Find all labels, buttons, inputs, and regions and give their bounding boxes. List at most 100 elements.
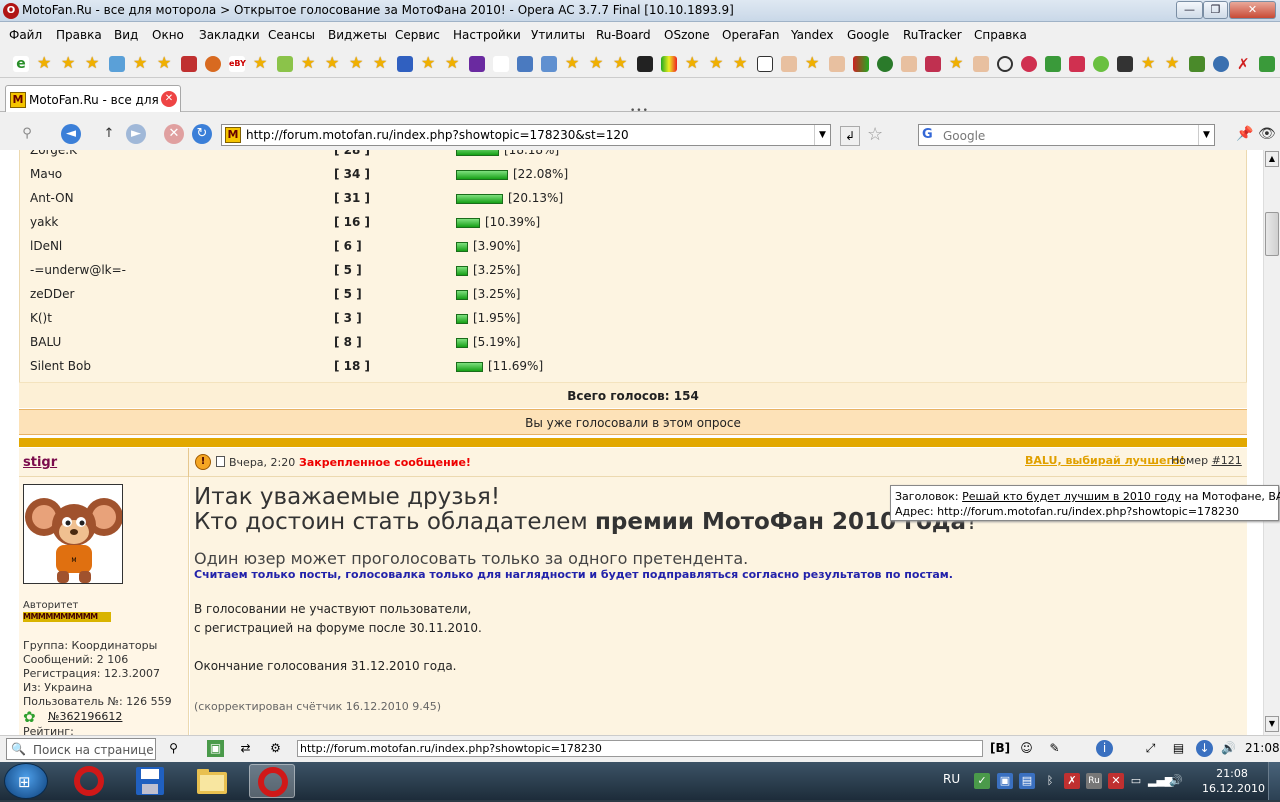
language-indicator[interactable]: RU	[943, 772, 960, 786]
image-toggle-icon[interactable]: ▣	[207, 740, 224, 757]
search-dropdown-icon[interactable]: ▼	[1198, 125, 1214, 145]
bookmark-star-icon[interactable]: ★	[421, 53, 435, 72]
bookmark-icon[interactable]	[109, 56, 125, 72]
bookmark-star-icon[interactable]: ★	[61, 53, 75, 72]
ie-icon[interactable]: e	[13, 56, 29, 72]
post-title-link[interactable]: BALU, выбирай лучшего!	[1025, 454, 1185, 467]
tray-tool-icon[interactable]: ✗	[1064, 773, 1080, 789]
taskbar-opera-active[interactable]	[249, 764, 295, 798]
bookmark-icon[interactable]	[997, 56, 1013, 72]
bookmark-star-icon[interactable]: ★	[805, 53, 819, 72]
icq-number[interactable]: №362196612	[48, 710, 122, 723]
bookmark-icon[interactable]	[1213, 56, 1229, 72]
menu-window[interactable]: Окно	[152, 28, 184, 42]
address-field[interactable]: M http://forum.motofan.ru/index.php?show…	[221, 124, 831, 146]
bookmark-star-icon[interactable]: ★	[949, 53, 963, 72]
bookmark-icon[interactable]	[1117, 56, 1133, 72]
info-icon[interactable]: i	[1096, 740, 1113, 757]
bookmark-icon[interactable]	[517, 56, 533, 72]
bookmark-star-icon[interactable]: ★	[157, 53, 171, 72]
tray-app-icon[interactable]: ▤	[1019, 773, 1035, 789]
close-tab-icon[interactable]: ✕	[161, 91, 177, 107]
reload-icon[interactable]: ↻	[192, 124, 212, 144]
palette-icon[interactable]: ✎	[1046, 740, 1063, 757]
tab-resize-handle[interactable]: •••	[630, 106, 649, 116]
bookmark-icon[interactable]	[469, 56, 485, 72]
bookmark-star-icon[interactable]: ★	[565, 53, 579, 72]
maximize-button[interactable]: ❐	[1203, 1, 1228, 19]
start-button[interactable]: ⊞	[4, 763, 48, 799]
ebay-icon[interactable]: eBY	[229, 56, 246, 72]
bookmark-icon[interactable]	[757, 56, 773, 72]
bookmark-icon[interactable]	[1189, 56, 1205, 72]
tray-security-icon[interactable]: ✓	[974, 773, 990, 789]
bold-toggle[interactable]: [B]	[990, 740, 1010, 757]
taskbar-opera-icon[interactable]	[66, 764, 112, 798]
back-icon[interactable]: ◄	[61, 124, 81, 144]
zoom-icon[interactable]: ⚲	[17, 124, 37, 144]
bookmark-page-icon[interactable]: ☆	[867, 124, 883, 145]
menu-view[interactable]: Вид	[114, 28, 138, 42]
search-field[interactable]: G Google ▼	[918, 124, 1215, 146]
bookmark-icon[interactable]: ✗	[1237, 56, 1253, 72]
bookmark-star-icon[interactable]: ★	[373, 53, 387, 72]
android-icon[interactable]	[277, 56, 293, 72]
address-dropdown-icon[interactable]: ▼	[814, 125, 830, 145]
tray-flag-icon[interactable]: ✕	[1108, 773, 1124, 789]
post-author[interactable]: stigr	[23, 455, 57, 470]
bookmark-star-icon[interactable]: ★	[1141, 53, 1155, 72]
bookmark-icon[interactable]	[781, 56, 797, 72]
speaker-icon[interactable]: 🔊	[1220, 740, 1237, 757]
up-icon[interactable]: ↑	[99, 124, 119, 144]
eye-icon[interactable]: 👁	[1258, 126, 1276, 142]
menu-edit[interactable]: Правка	[56, 28, 102, 42]
bookmark-icon[interactable]	[397, 56, 413, 72]
enter-url-icon[interactable]: ↲	[840, 126, 860, 146]
bookmark-star-icon[interactable]: ★	[613, 53, 627, 72]
bookmark-star-icon[interactable]: ★	[709, 53, 723, 72]
warning-icon[interactable]: !	[195, 454, 211, 470]
bookmark-star-icon[interactable]: ★	[589, 53, 603, 72]
bookmark-icon[interactable]	[829, 56, 845, 72]
fit-width-icon[interactable]: ⤢	[1142, 740, 1159, 757]
bookmark-icon[interactable]	[973, 56, 989, 72]
bluetooth-icon[interactable]: ᛒ	[1042, 773, 1058, 789]
bookmark-star-icon[interactable]: ★	[301, 53, 315, 72]
menu-file[interactable]: Файл	[9, 28, 42, 42]
bookmark-star-icon[interactable]: ★	[445, 53, 459, 72]
tab-motofan[interactable]: M MotoFan.Ru - все для ... ✕	[5, 85, 181, 112]
menu-utilities[interactable]: Утилиты	[531, 28, 585, 42]
bookmark-star-icon[interactable]: ★	[37, 53, 51, 72]
bookmark-icon[interactable]	[637, 56, 653, 72]
menu-operafan[interactable]: OperaFan	[722, 28, 780, 42]
show-desktop-button[interactable]	[1268, 762, 1280, 800]
menu-help[interactable]: Справка	[974, 28, 1027, 42]
bookmark-icon[interactable]	[925, 56, 941, 72]
post-number-link[interactable]: #121	[1212, 454, 1242, 467]
avatar[interactable]: М	[23, 484, 123, 584]
bookmark-icon[interactable]	[877, 56, 893, 72]
scroll-down-icon[interactable]: ▼	[1265, 716, 1279, 732]
bookmark-icon[interactable]	[1069, 56, 1085, 72]
bookmark-icon[interactable]	[853, 56, 869, 72]
bookmark-star-icon[interactable]: ★	[133, 53, 147, 72]
bookmark-star-icon[interactable]: ★	[349, 53, 363, 72]
scroll-up-icon[interactable]: ▲	[1265, 151, 1279, 167]
bookmark-star-icon[interactable]: ★	[733, 53, 747, 72]
bookmark-icon[interactable]	[1093, 56, 1109, 72]
taskbar-explorer-icon[interactable]	[189, 764, 235, 798]
tray-network-icon[interactable]: ▣	[997, 773, 1013, 789]
menu-widgets[interactable]: Виджеты	[328, 28, 387, 42]
bookmark-star-icon[interactable]: ★	[85, 53, 99, 72]
minimize-button[interactable]: —	[1176, 1, 1203, 19]
bookmark-star-icon[interactable]: ★	[325, 53, 339, 72]
tray-monitor-icon[interactable]: ▭	[1128, 773, 1144, 789]
sync-icon[interactable]: ⇄	[237, 740, 254, 757]
bookmark-icon[interactable]	[1045, 56, 1061, 72]
magnifier-icon[interactable]: ⚲	[165, 740, 182, 757]
smiley-icon[interactable]: ☺	[1018, 740, 1035, 757]
tray-ru-icon[interactable]: Ru	[1086, 773, 1102, 789]
menu-bookmarks[interactable]: Закладки	[199, 28, 260, 42]
bookmark-icon[interactable]	[661, 56, 677, 72]
bookmark-icon[interactable]	[1021, 56, 1037, 72]
